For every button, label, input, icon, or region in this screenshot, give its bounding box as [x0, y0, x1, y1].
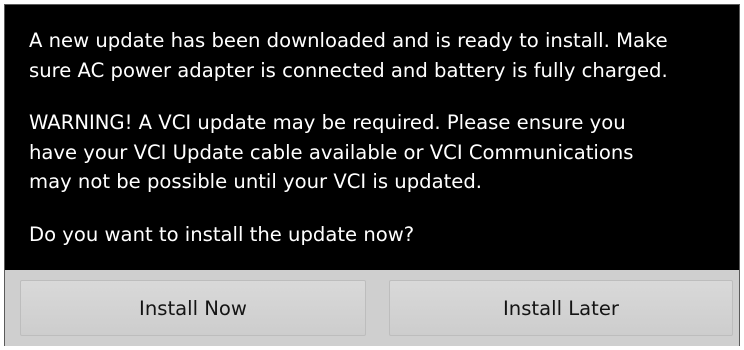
message-line: may not be possible until your VCI is up…	[29, 170, 483, 193]
dialog-button-bar: Install Now Install Later	[5, 270, 739, 346]
install-later-button[interactable]: Install Later	[389, 280, 733, 336]
message-line: sure AC power adapter is connected and b…	[29, 58, 668, 82]
message-line: WARNING! A VCI update may be required. P…	[29, 111, 626, 134]
message-line: Do you want to install the update now?	[29, 222, 415, 246]
install-question-paragraph: Do you want to install the update now?	[29, 220, 719, 250]
vci-warning-paragraph: WARNING! A VCI update may be required. P…	[29, 108, 719, 197]
update-dialog: A new update has been downloaded and is …	[4, 4, 740, 346]
update-ready-paragraph: A new update has been downloaded and is …	[29, 26, 719, 85]
install-now-button[interactable]: Install Now	[20, 280, 366, 336]
message-line: A new update has been downloaded and is …	[29, 29, 668, 52]
dialog-message: A new update has been downloaded and is …	[5, 5, 739, 269]
message-line: have your VCI Update cable available or …	[29, 140, 634, 164]
